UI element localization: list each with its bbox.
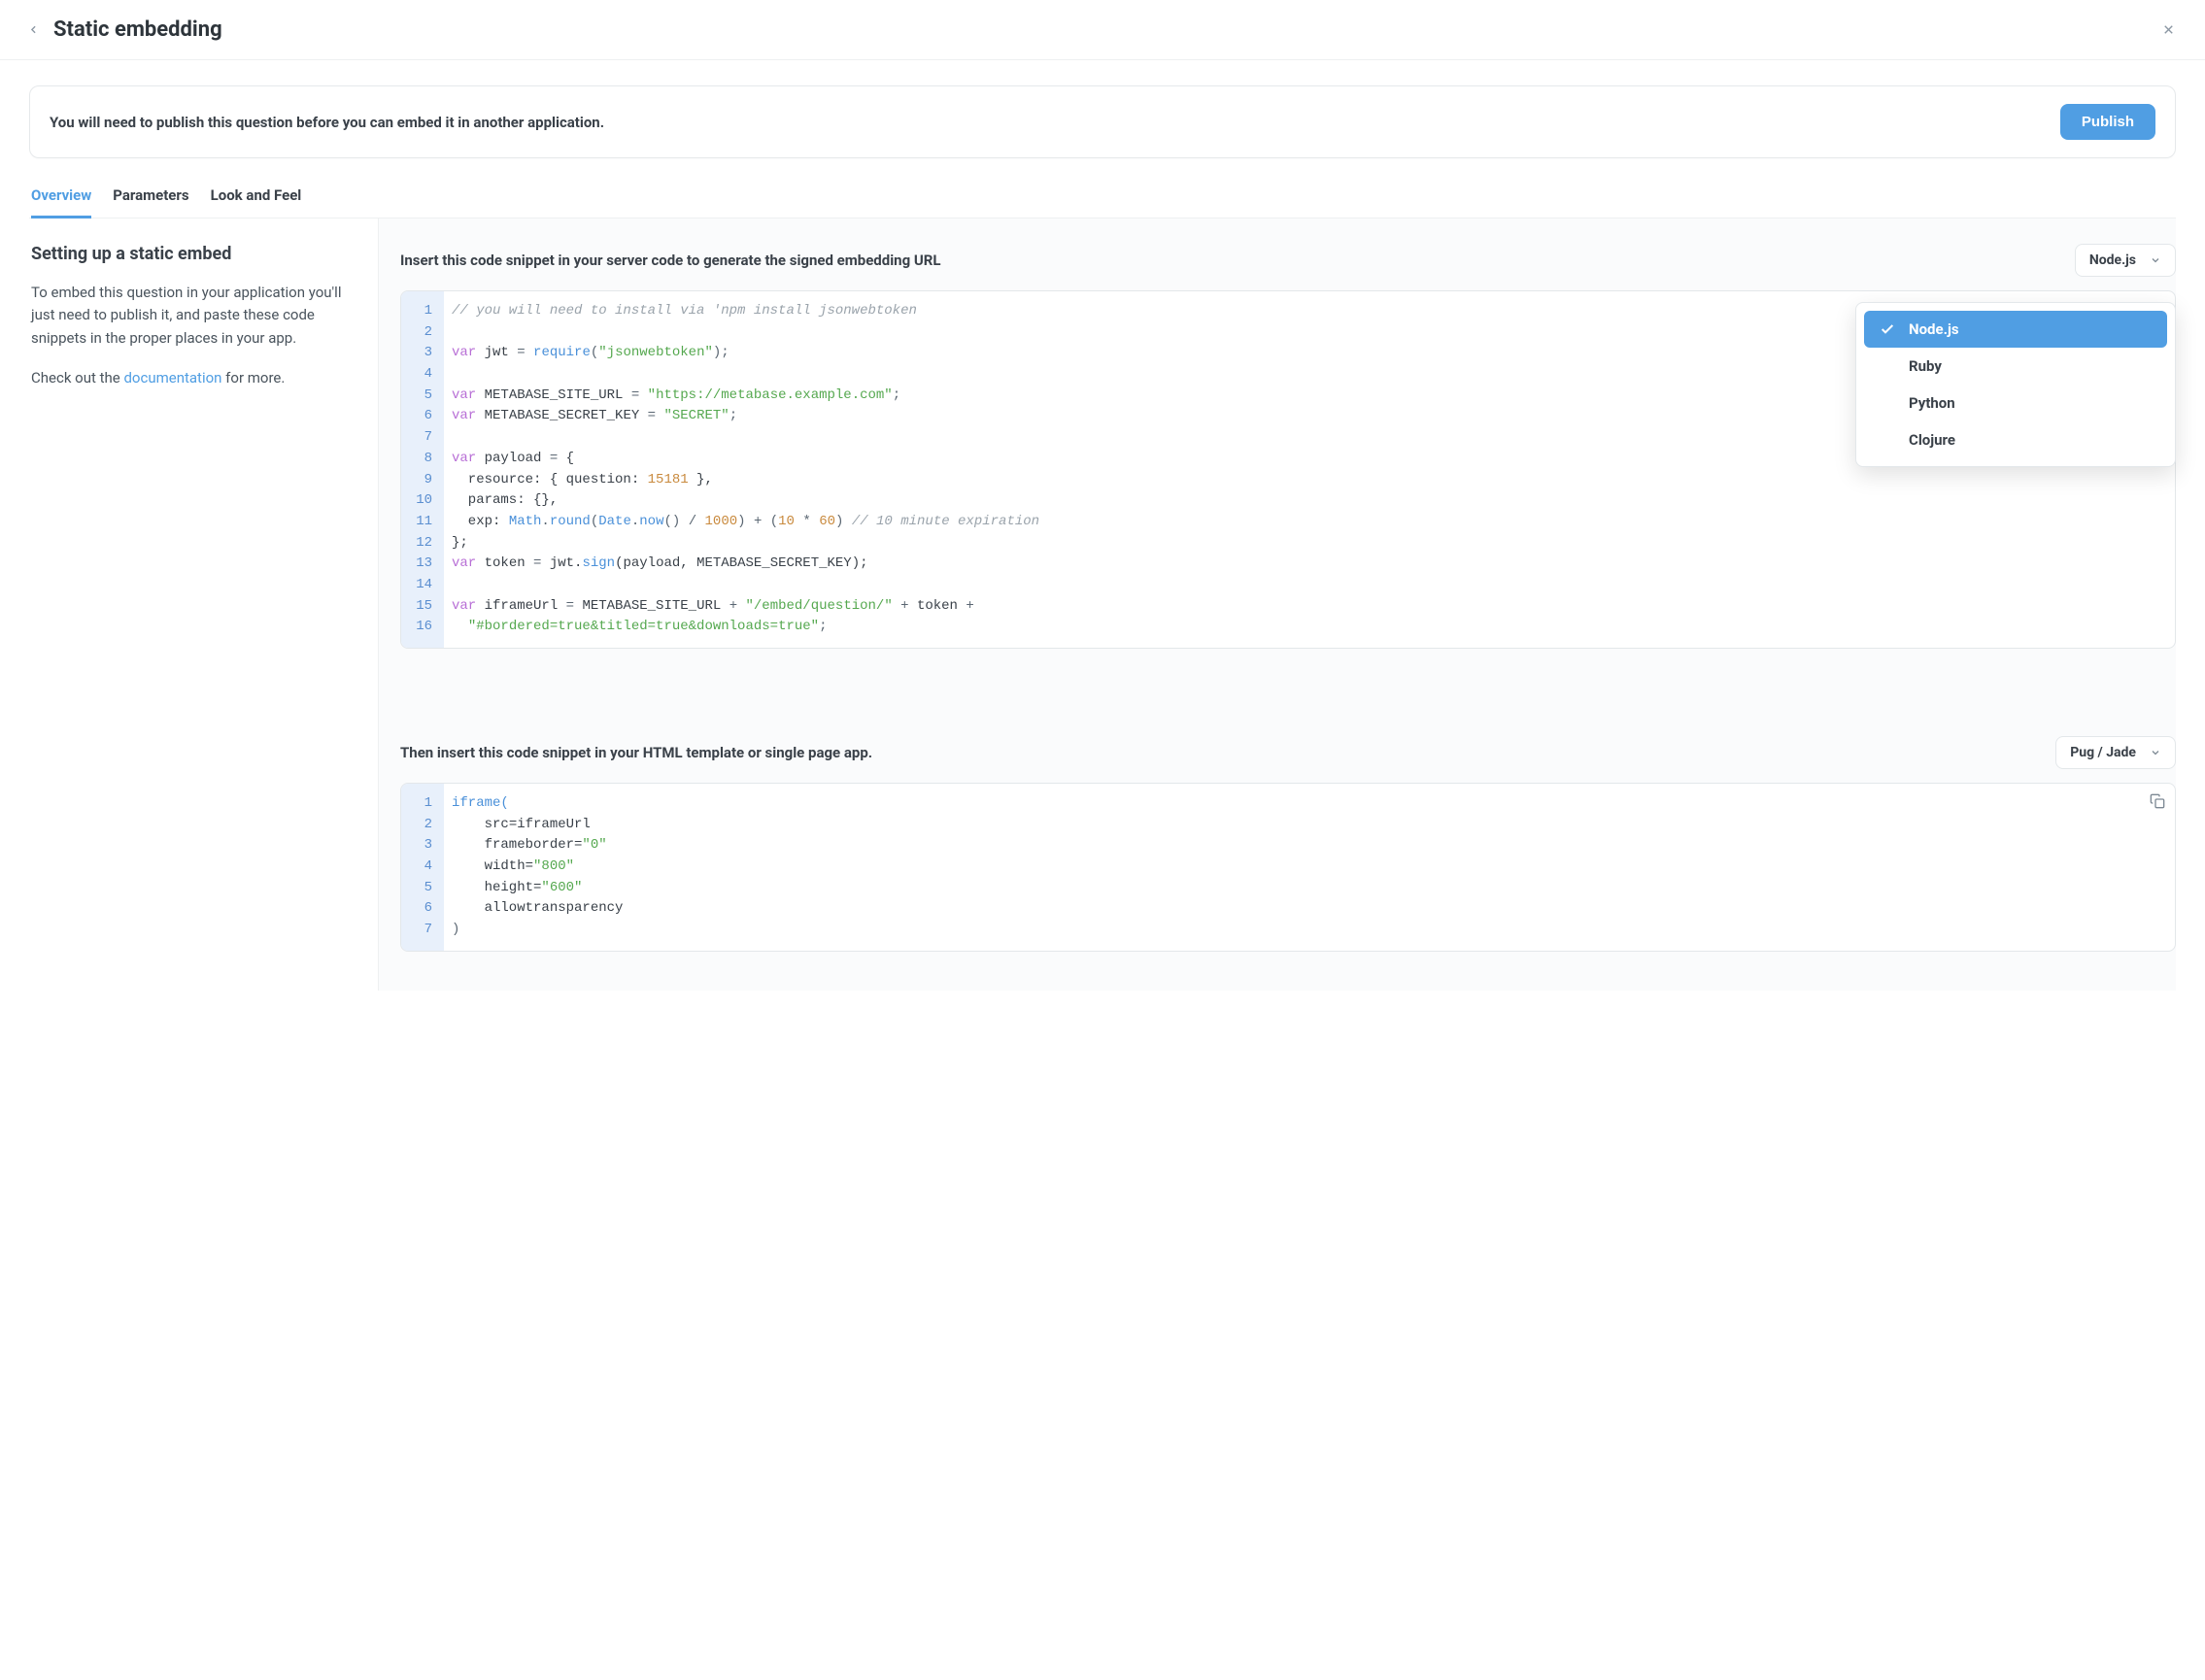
close-button[interactable] (2161, 22, 2176, 37)
dropdown-item-label: Node.js (1909, 320, 1959, 338)
dropdown-item-label: Ruby (1909, 357, 1942, 375)
left-heading: Setting up a static embed (31, 244, 349, 264)
page-header: Static embedding (0, 0, 2205, 60)
publish-notice-text: You will need to publish this question b… (50, 114, 604, 131)
template-code-block: 1234567 iframe( src=iframeUrl frameborde… (400, 783, 2176, 952)
chevron-down-icon (2150, 747, 2161, 758)
chevron-down-icon (2150, 254, 2161, 266)
publish-notice-card: You will need to publish this question b… (29, 85, 2176, 158)
language-dropdown: Node.js Ruby Python Clojure (1855, 302, 2176, 467)
check-icon (1880, 321, 1897, 337)
header-left: Static embedding (27, 17, 222, 42)
body-split: Setting up a static embed To embed this … (29, 218, 2176, 991)
template-language-value: Pug / Jade (2070, 745, 2136, 760)
server-language-select[interactable]: Node.js (2075, 244, 2176, 277)
dropdown-item-nodejs[interactable]: Node.js (1864, 311, 2167, 348)
dropdown-item-label: Python (1909, 394, 1955, 412)
right-pane: Insert this code snippet in your server … (379, 218, 2176, 991)
tab-overview[interactable]: Overview (31, 186, 91, 218)
left-p2-pre: Check out the (31, 369, 123, 386)
tab-parameters[interactable]: Parameters (113, 186, 188, 218)
template-code-section-head: Then insert this code snippet in your HT… (400, 736, 2176, 769)
page-title: Static embedding (53, 17, 222, 42)
publish-button[interactable]: Publish (2060, 104, 2155, 140)
back-button[interactable] (27, 23, 40, 36)
code-gutter: 12345678910111213141516 (401, 291, 444, 648)
left-pane: Setting up a static embed To embed this … (29, 218, 379, 991)
close-icon (2161, 22, 2176, 37)
left-paragraph-1: To embed this question in your applicati… (31, 282, 349, 350)
tabs: Overview Parameters Look and Feel (29, 185, 2176, 218)
left-paragraph-2: Check out the documentation for more. (31, 367, 349, 389)
dropdown-item-label: Clojure (1909, 431, 1955, 449)
left-p2-post: for more. (221, 369, 285, 386)
template-language-select[interactable]: Pug / Jade (2055, 736, 2176, 769)
documentation-link[interactable]: documentation (123, 369, 221, 386)
code-gutter: 1234567 (401, 784, 444, 951)
template-code[interactable]: iframe( src=iframeUrl frameborder="0" wi… (444, 784, 2175, 951)
server-language-value: Node.js (2089, 252, 2136, 268)
copy-icon (2150, 793, 2165, 809)
server-code-heading: Insert this code snippet in your server … (400, 252, 940, 269)
dropdown-item-python[interactable]: Python (1864, 385, 2167, 421)
copy-button[interactable] (2150, 793, 2165, 813)
dropdown-item-ruby[interactable]: Ruby (1864, 348, 2167, 385)
chevron-left-icon (27, 23, 40, 36)
server-code-section-head: Insert this code snippet in your server … (400, 244, 2176, 277)
dropdown-item-clojure[interactable]: Clojure (1864, 421, 2167, 458)
template-code-heading: Then insert this code snippet in your HT… (400, 744, 872, 761)
tab-look-and-feel[interactable]: Look and Feel (211, 186, 302, 218)
